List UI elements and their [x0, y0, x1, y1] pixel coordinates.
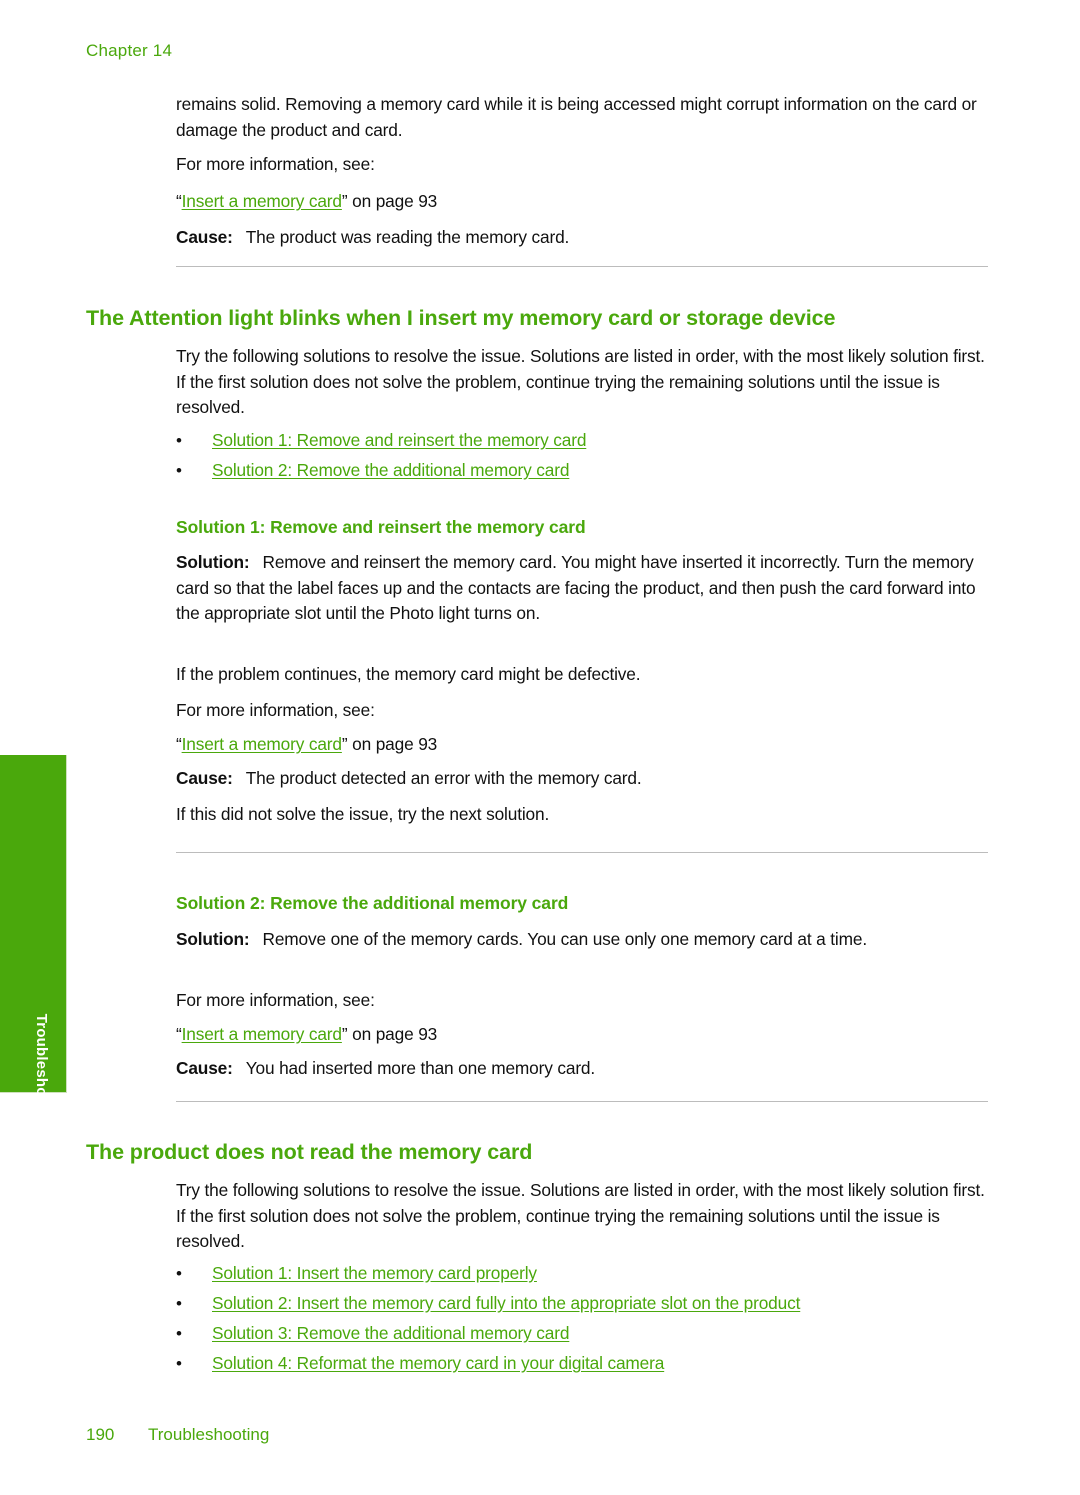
list-item: • Solution 2: Insert the memory card ful…	[176, 1291, 988, 1317]
list-item: • Solution 3: Remove the additional memo…	[176, 1321, 988, 1347]
bullet-icon: •	[176, 1324, 182, 1343]
quote-close-and-page: ” on page 93	[341, 191, 438, 211]
bullet-icon: •	[176, 431, 182, 450]
link-solution-2-insert-fully[interactable]: Solution 2: Insert the memory card fully…	[212, 1293, 800, 1313]
intro-paragraph: remains solid. Removing a memory card wh…	[176, 94, 977, 140]
link-solution-4-reformat[interactable]: Solution 4: Reformat the memory card in …	[212, 1353, 664, 1373]
footer-section-name: Troubleshooting	[148, 1425, 270, 1444]
intro-for-more-information: For more information, see:	[176, 154, 375, 174]
solution1-cross-reference: “Insert a memory card” on page 93	[176, 732, 988, 758]
solution2-cross-reference: “Insert a memory card” on page 93	[176, 1022, 988, 1048]
link-insert-a-memory-card[interactable]: Insert a memory card	[182, 1024, 342, 1044]
section2-intro: Try the following solutions to resolve t…	[176, 1180, 985, 1252]
solution2-body: Solution: Remove one of the memory cards.…	[176, 927, 988, 953]
side-thumb-tab: Troubleshooting	[0, 755, 67, 1134]
section-divider-3	[176, 1101, 988, 1102]
chapter-header: Chapter 14	[86, 41, 173, 60]
quote-close-and-page: ” on page 93	[341, 734, 438, 754]
solution2-cause-line: Cause: You had inserted more than one mem…	[176, 1056, 988, 1082]
solution1-cause-line: Cause: The product detected an error with…	[176, 766, 988, 792]
side-thumb-tab-label: Troubleshooting	[33, 1013, 50, 1135]
intro-cross-reference: “Insert a memory card” on page 93	[176, 189, 988, 215]
section-heading-product-does-not-read: The product does not read the memory car…	[86, 1140, 533, 1164]
cause-text: The product was reading the memory card.	[245, 227, 570, 247]
document-page: Chapter 14 Troubleshooting remains solid…	[0, 0, 1080, 1495]
solution1-for-more-information: For more information, see:	[176, 700, 375, 720]
page-footer: 190 Troubleshooting	[86, 1425, 269, 1445]
intro-cause-line: Cause: The product was reading the memory…	[176, 225, 988, 251]
cause-text: The product detected an error with the m…	[245, 768, 642, 788]
list-item: • Solution 4: Reformat the memory card i…	[176, 1351, 988, 1377]
link-insert-a-memory-card[interactable]: Insert a memory card	[182, 734, 342, 754]
list-item: • Solution 2: Remove the additional memo…	[176, 458, 988, 484]
section-divider-1	[176, 266, 988, 267]
link-solution-3-remove-additional[interactable]: Solution 3: Remove the additional memory…	[212, 1323, 569, 1343]
solution-text: Remove one of the memory cards. You can …	[262, 929, 868, 949]
cause-label: Cause:	[176, 227, 233, 247]
cause-label: Cause:	[176, 768, 233, 788]
section-heading-attention-light: The Attention light blinks when I insert…	[86, 306, 836, 330]
solution-label: Solution:	[176, 929, 250, 949]
solution1-note: If the problem continues, the memory car…	[176, 664, 641, 684]
solution2-for-more-information: For more information, see:	[176, 990, 375, 1010]
list-item: • Solution 1: Insert the memory card pro…	[176, 1261, 988, 1287]
footer-page-number: 190	[86, 1425, 115, 1444]
solution1-next-hint: If this did not solve the issue, try the…	[176, 804, 550, 824]
link-insert-a-memory-card[interactable]: Insert a memory card	[182, 191, 342, 211]
link-solution-2-remove-additional[interactable]: Solution 2: Remove the additional memory…	[212, 460, 569, 480]
section1-intro: Try the following solutions to resolve t…	[176, 346, 985, 418]
subheading-solution-1: Solution 1: Remove and reinsert the memo…	[176, 517, 586, 537]
bullet-icon: •	[176, 461, 182, 480]
solution1-body: Solution: Remove and reinsert the memory …	[176, 550, 988, 627]
solution-label: Solution:	[176, 552, 250, 572]
bullet-icon: •	[176, 1264, 182, 1283]
subheading-solution-2: Solution 2: Remove the additional memory…	[176, 893, 569, 913]
link-solution-1-insert-properly[interactable]: Solution 1: Insert the memory card prope…	[212, 1263, 537, 1283]
bullet-icon: •	[176, 1294, 182, 1313]
bullet-icon: •	[176, 1354, 182, 1373]
quote-close-and-page: ” on page 93	[341, 1024, 438, 1044]
cause-label: Cause:	[176, 1058, 233, 1078]
cause-text: You had inserted more than one memory ca…	[245, 1058, 596, 1078]
section-divider-2	[176, 852, 988, 853]
link-solution-1-remove-reinsert[interactable]: Solution 1: Remove and reinsert the memo…	[212, 430, 586, 450]
list-item: • Solution 1: Remove and reinsert the me…	[176, 428, 988, 454]
solution-text: Remove and reinsert the memory card. You…	[176, 552, 976, 624]
